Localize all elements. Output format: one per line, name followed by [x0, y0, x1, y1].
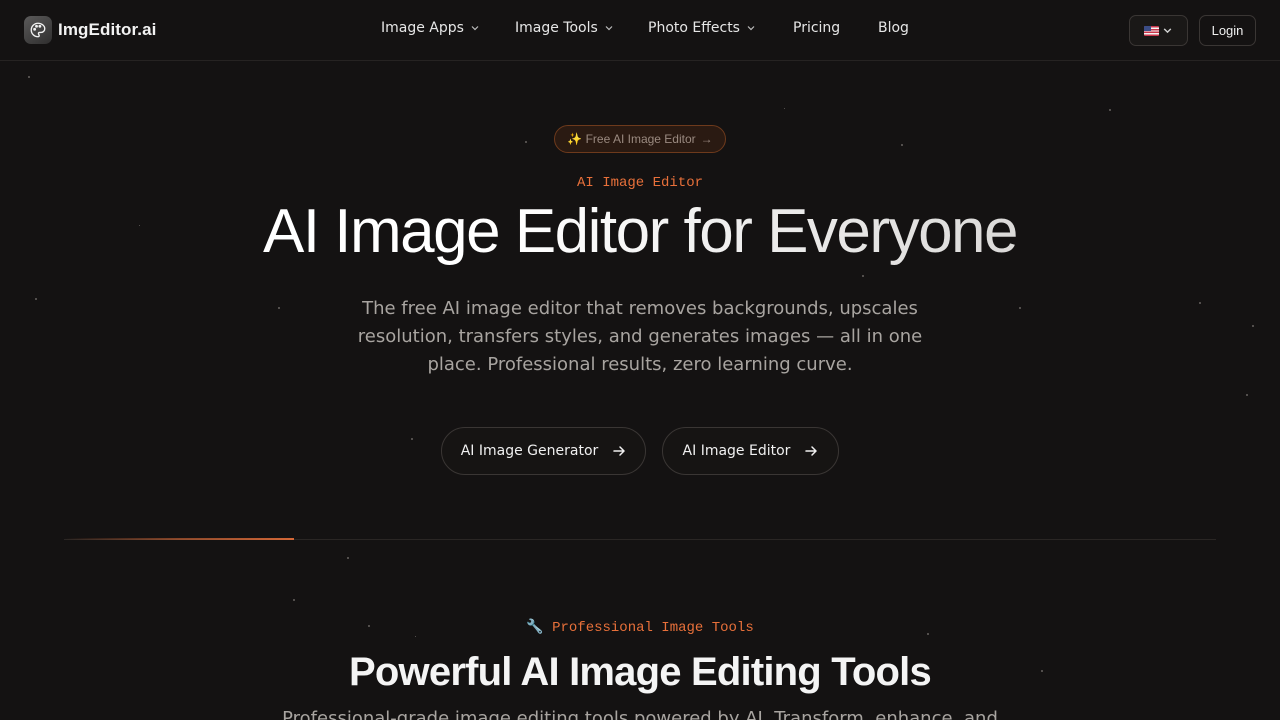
hero-eyebrow: AI Image Editor	[576, 175, 704, 191]
wrench-icon: 🔧	[526, 620, 544, 636]
ai-image-editor-button[interactable]: AI Image Editor	[662, 427, 839, 475]
nav-item-image-tools[interactable]: Image Tools	[515, 20, 614, 36]
divider-glow	[64, 538, 294, 540]
nav-item-image-apps[interactable]: Image Apps	[381, 20, 480, 36]
nav-item-label: Blog	[878, 20, 909, 36]
arrow-right-icon	[612, 444, 626, 458]
chevron-down-icon	[604, 23, 614, 33]
page: ImgEditor.ai Image Apps Image Tools Phot…	[0, 0, 1280, 720]
hero-title: AI Image Editor for Everyone	[0, 196, 1280, 268]
badge-label: ✨ Free AI Image Editor	[567, 132, 696, 146]
nav-item-blog[interactable]: Blog	[878, 20, 909, 36]
site-header: ImgEditor.ai Image Apps Image Tools Phot…	[0, 0, 1280, 61]
nav-item-photo-effects[interactable]: Photo Effects	[648, 20, 756, 36]
tools-eyebrow: 🔧 Professional Image Tools	[0, 619, 1280, 636]
nav-item-label: Pricing	[793, 20, 841, 36]
button-label: AI Image Generator	[460, 443, 599, 459]
us-flag-icon	[1144, 25, 1159, 36]
tools-eyebrow-label: Professional Image Tools	[552, 620, 754, 636]
button-label: AI Image Editor	[682, 443, 791, 459]
language-selector-button[interactable]	[1129, 15, 1188, 46]
brand-logo-link[interactable]: ImgEditor.ai	[24, 15, 157, 45]
chevron-down-icon	[470, 23, 480, 33]
free-editor-badge[interactable]: ✨ Free AI Image Editor →	[554, 125, 726, 153]
arrow-right-icon	[804, 444, 818, 458]
nav-item-label: Image Apps	[381, 20, 464, 36]
nav-item-label: Image Tools	[515, 20, 598, 36]
palette-icon	[24, 16, 52, 44]
nav-item-label: Photo Effects	[648, 20, 740, 36]
arrow-right-icon: →	[700, 132, 713, 146]
login-button[interactable]: Login	[1199, 15, 1256, 46]
tools-section-title: Powerful AI Image Editing Tools	[349, 650, 932, 694]
hero-subtitle: The free AI image editor that removes ba…	[357, 298, 923, 375]
tools-section-subtitle: Professional-grade image editing tools p…	[282, 708, 998, 720]
chevron-down-icon	[746, 23, 756, 33]
ai-image-generator-button[interactable]: AI Image Generator	[441, 427, 646, 475]
chevron-down-icon	[1162, 25, 1173, 36]
nav-item-pricing[interactable]: Pricing	[793, 20, 840, 36]
brand-name: ImgEditor.ai	[58, 20, 157, 39]
